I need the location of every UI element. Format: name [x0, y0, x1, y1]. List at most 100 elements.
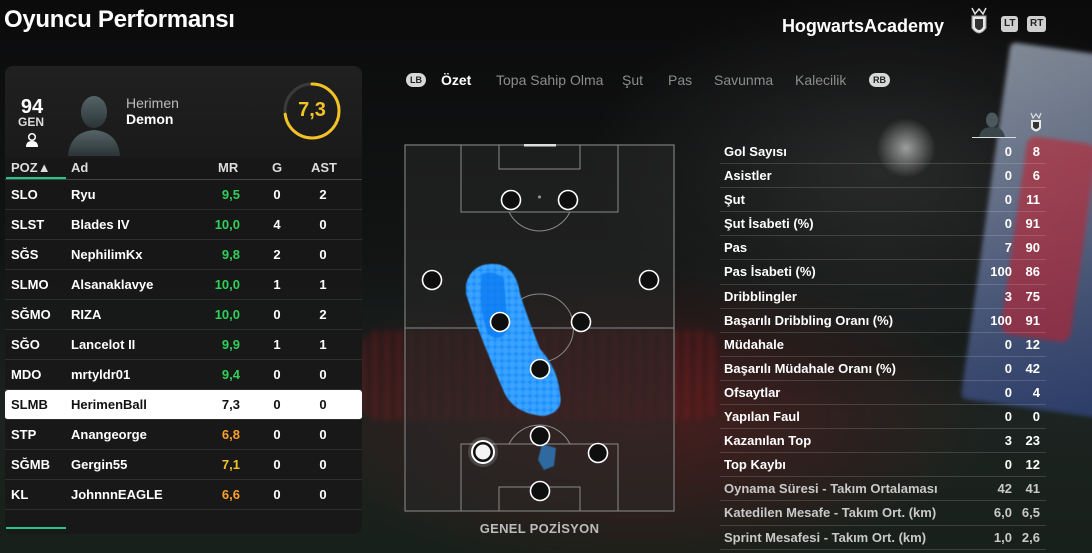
stat-label: Ofsaytlar: [724, 384, 781, 400]
stat-row: Kazanılan Top 3 23: [720, 429, 1046, 454]
stat-player-value: 0: [1004, 168, 1012, 184]
stat-team-value: 90: [1025, 240, 1040, 256]
stat-label: Kazanılan Top: [724, 433, 812, 449]
tab-ozet[interactable]: Özet: [441, 72, 471, 88]
row-position: SĞMO: [11, 307, 51, 322]
table-row[interactable]: STP Anangeorge 6,8 0 0: [5, 420, 362, 450]
row-goals: 1: [273, 277, 281, 292]
stat-team-value: 6: [1032, 168, 1040, 184]
stat-player-value: 0: [1004, 384, 1012, 400]
row-match-rating: 7,3: [221, 397, 240, 412]
stat-row: Başarılı Müdahale Oranı (%) 0 42: [720, 357, 1046, 381]
rt-button-icon[interactable]: RT: [1027, 16, 1047, 32]
tab-sut[interactable]: Şut: [622, 72, 643, 88]
table-row[interactable]: SLO Ryu 9,5 0 2: [5, 180, 362, 210]
stat-player-value: 100: [990, 312, 1012, 328]
position-heatmap-pitch: [404, 144, 675, 512]
crest-icon: [1030, 112, 1042, 132]
stat-player-value: 7: [1004, 240, 1012, 256]
rb-button-icon[interactable]: RB: [869, 73, 890, 87]
table-row[interactable]: SĞS NephilimKx 9,8 2 0: [5, 240, 362, 270]
tab-savunma[interactable]: Savunma: [714, 72, 773, 88]
stat-label: Başarılı Müdahale Oranı (%): [724, 360, 896, 376]
header-ast[interactable]: AST: [311, 160, 337, 175]
row-match-rating: 7,1: [221, 457, 240, 472]
row-position: SLMB: [11, 397, 48, 412]
header-name[interactable]: Ad: [71, 160, 88, 175]
row-goals: 0: [273, 397, 281, 412]
stat-row: Top Kaybı 0 12: [720, 453, 1046, 478]
table-row[interactable]: SĞMB Gergin55 7,1 0 0: [5, 450, 362, 480]
table-row[interactable]: SĞMO RIZA 10,0 0 2: [5, 300, 362, 330]
stat-team-value: 75: [1025, 288, 1040, 304]
row-player-name: mrtyldr01: [71, 367, 131, 382]
row-goals: 0: [273, 427, 281, 442]
row-position: SLST: [11, 217, 45, 232]
sort-indicator: [6, 177, 66, 179]
header-pos[interactable]: POZ▲: [11, 160, 51, 175]
stat-row: Asistler 0 6: [720, 164, 1046, 189]
stat-player-value: 0: [1004, 216, 1012, 232]
table-row[interactable]: KL JohnnnEAGLE 6,6 0 0: [5, 480, 362, 510]
lt-button-icon[interactable]: LT: [1001, 16, 1019, 32]
row-player-name: RIZA: [71, 307, 102, 322]
row-assists: 0: [319, 427, 327, 442]
row-goals: 0: [273, 307, 281, 322]
stat-team-value: 23: [1025, 433, 1040, 449]
row-player-name: Gergin55: [71, 457, 128, 472]
stat-team-value: 8: [1032, 144, 1040, 159]
stat-row: Yapılan Faul 0 0: [720, 405, 1046, 430]
stat-team-value: 91: [1025, 312, 1040, 328]
player-marker: [500, 189, 522, 211]
row-position: SLMO: [11, 277, 49, 292]
player-marker: [529, 480, 551, 502]
table-row[interactable]: SĞO Lancelot II 9,9 1 1: [5, 330, 362, 360]
row-goals: 1: [273, 337, 281, 352]
player-marker: [638, 269, 660, 291]
tab-topa-sahip-olma[interactable]: Topa Sahip Olma: [496, 72, 603, 88]
row-goals: 4: [273, 217, 281, 232]
stat-label: Şut: [724, 192, 745, 208]
stat-team-value: 2,6: [1021, 529, 1040, 545]
club-name: HogwartsAcademy: [781, 16, 944, 36]
player-first-name: Herimen: [126, 95, 179, 111]
lb-button-icon[interactable]: LB: [406, 73, 426, 87]
stat-player-value: 6,0: [993, 505, 1012, 521]
page-title: Oyuncu Performansı: [4, 6, 235, 33]
table-row[interactable]: SLMB HerimenBall 7,3 0 0: [5, 390, 362, 420]
stat-row: Müdahale 0 12: [720, 333, 1046, 357]
row-position: SĞMB: [11, 457, 50, 472]
row-assists: 0: [319, 217, 327, 232]
table-row[interactable]: SLST Blades IV 10,0 4 0: [5, 210, 362, 240]
row-position: KL: [11, 487, 29, 502]
stat-team-value: 86: [1025, 264, 1040, 280]
row-match-rating: 10,0: [214, 217, 240, 232]
tab-kalecilik[interactable]: Kalecilik: [795, 72, 846, 88]
row-assists: 0: [319, 367, 327, 382]
row-match-rating: 9,9: [221, 337, 240, 352]
stat-row: Başarılı Dribbling Oranı (%) 100 91: [720, 309, 1046, 333]
tab-pas[interactable]: Pas: [668, 72, 692, 88]
table-row[interactable]: MDO mrtyldr01 9,4 0 0: [5, 360, 362, 390]
row-player-name: NephilimKx: [71, 247, 143, 262]
row-match-rating: 6,8: [221, 427, 240, 442]
player-marker: [489, 311, 511, 333]
table-row[interactable]: SLMO Alsanaklavye 10,0 1 1: [5, 270, 362, 300]
header-mr[interactable]: MR: [218, 160, 238, 175]
row-goals: 0: [273, 367, 281, 382]
player-marker: [529, 425, 551, 447]
player-marker: [587, 442, 609, 464]
stat-label: Pas İsabeti (%): [724, 264, 816, 280]
stat-player-value: 42: [997, 481, 1012, 497]
header-g[interactable]: G: [272, 160, 282, 175]
stat-team-value: 12: [1025, 457, 1040, 473]
stat-row: Gol Sayısı 0 8: [720, 140, 1046, 165]
person-icon: [26, 132, 38, 147]
row-match-rating: 10,0: [214, 307, 240, 322]
player-marker: [529, 358, 551, 380]
row-assists: 0: [319, 487, 327, 502]
stat-label: Top Kaybı: [724, 457, 786, 473]
scroll-indicator: [6, 527, 66, 529]
stat-row: Katedilen Mesafe - Takım Ort. (km) 6,0 6,5: [720, 501, 1046, 526]
row-goals: 0: [273, 457, 281, 472]
